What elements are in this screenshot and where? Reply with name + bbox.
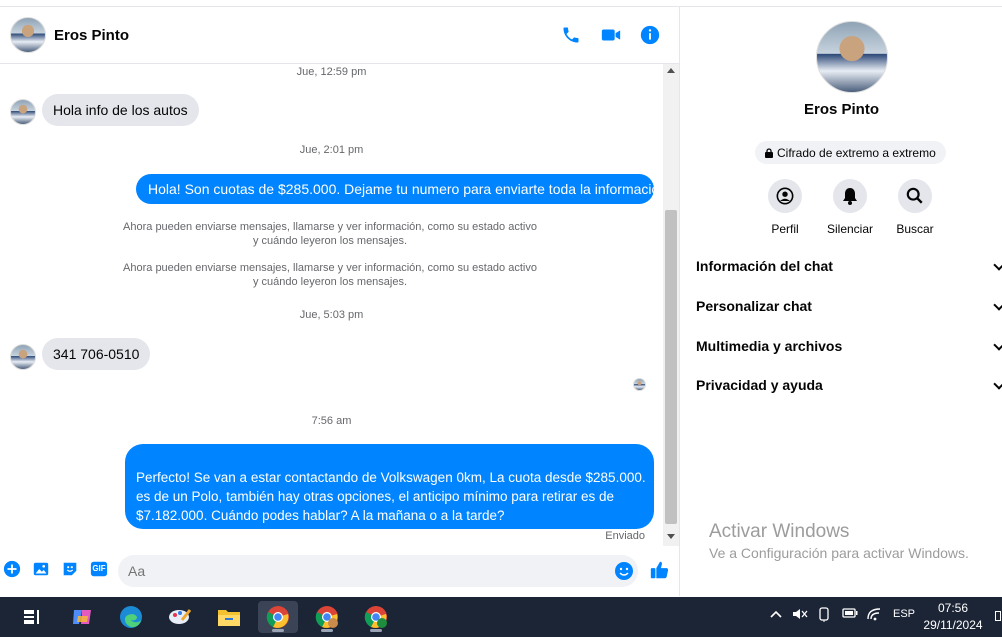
composer: GIF [0, 546, 679, 596]
running-app-indicator [321, 629, 333, 632]
bell-icon[interactable] [833, 179, 867, 213]
contact-name[interactable]: Eros Pinto [54, 27, 129, 44]
paint-icon[interactable] [160, 601, 200, 633]
search-action[interactable]: Buscar [880, 179, 950, 236]
section-chat-info[interactable]: Información del chat [696, 252, 1002, 280]
copilot-icon[interactable] [62, 601, 102, 633]
mute-action[interactable]: Silenciar [815, 179, 885, 236]
contact-avatar[interactable] [10, 17, 46, 53]
tray-overflow-icon[interactable] [770, 607, 782, 622]
battery-icon[interactable] [842, 607, 858, 622]
sent-status: Enviado [605, 530, 645, 542]
active-app-indicator [272, 629, 284, 632]
activation-watermark-title: Activar Windows [709, 521, 850, 542]
app-window: Eros Pinto Jue, 12:59 pm Hola info de lo… [0, 0, 1002, 637]
profile-action-label: Perfil [771, 222, 799, 236]
notice-line: Ahora pueden enviarse mensajes, llamarse… [123, 262, 537, 274]
profile-name: Eros Pinto [803, 101, 879, 118]
section-label: Privacidad y ayuda [696, 377, 823, 393]
notice-line: Ahora pueden enviarse mensajes, llamarse… [123, 221, 537, 233]
activation-watermark-subtitle: Ve a Configuración para activar Windows. [709, 545, 969, 561]
section-label: Información del chat [696, 258, 833, 274]
timestamp: Jue, 12:59 pm [296, 66, 367, 78]
message-input[interactable] [118, 555, 638, 587]
info-icon[interactable] [638, 23, 662, 47]
outgoing-message[interactable]: Hola! Son cuotas de $285.000. Dejame tu … [136, 174, 663, 204]
lock-icon [765, 147, 773, 158]
device-icon[interactable] [818, 607, 830, 625]
clock-date[interactable]: 29/11/2024 [918, 618, 988, 632]
language-indicator[interactable]: ESP [893, 608, 915, 620]
gif-label: GIF [92, 564, 106, 573]
message-scrollbar[interactable] [663, 64, 679, 546]
notification-icon[interactable] [995, 611, 1001, 621]
chrome-profile-2-icon[interactable] [307, 601, 347, 633]
chrome-icon[interactable] [258, 601, 298, 633]
file-explorer-icon[interactable] [209, 601, 249, 633]
chrome-profile-3-icon[interactable] [356, 601, 396, 633]
scroll-thumb[interactable] [665, 210, 677, 524]
chevron-down-icon [993, 339, 1002, 351]
timestamp: Jue, 5:03 pm [299, 309, 364, 321]
mute-action-label: Silenciar [826, 222, 874, 236]
section-label: Multimedia y archivos [696, 338, 843, 354]
image-icon[interactable] [31, 559, 51, 579]
phone-icon[interactable] [559, 23, 583, 47]
incoming-message[interactable]: 341 706-0510 [42, 338, 151, 370]
e2e-badge-label: Cifrado de extremo a extremo [777, 145, 936, 160]
profile-avatar-large[interactable] [816, 21, 888, 93]
chat-header: Eros Pinto [0, 7, 679, 64]
volume-muted-icon[interactable] [792, 607, 808, 624]
system-notice: Ahora pueden enviarse mensajes, llamarse… [110, 261, 550, 289]
message-line: es de un Polo, también hay otras opcione… [136, 489, 615, 504]
emoji-icon[interactable] [614, 561, 634, 581]
e2e-badge[interactable]: Cifrado de extremo a extremo [755, 141, 946, 164]
message-line: Perfecto! Se van a estar contactando de … [136, 470, 646, 485]
outgoing-message[interactable]: Perfecto! Se van a estar contactando de … [125, 444, 654, 529]
chevron-down-icon [993, 378, 1002, 390]
search-icon[interactable] [898, 179, 932, 213]
chevron-down-icon [993, 259, 1002, 271]
conversation-info-panel: Eros Pinto Cifrado de extremo a extremo … [679, 7, 1002, 596]
read-receipt-avatar [633, 378, 646, 391]
system-notice: Ahora pueden enviarse mensajes, llamarse… [110, 220, 550, 248]
sticker-icon[interactable] [60, 559, 80, 579]
notice-line: y cuándo leyeron los mensajes. [252, 235, 408, 247]
message-line: $7.182.000. Cuándo podes hablar? A la ma… [136, 508, 505, 523]
gif-icon[interactable]: GIF [89, 559, 109, 579]
notice-line: y cuándo leyeron los mensajes. [252, 276, 408, 288]
video-call-icon[interactable] [599, 23, 623, 47]
running-app-indicator [370, 629, 382, 632]
plus-icon[interactable] [2, 559, 22, 579]
section-label: Personalizar chat [696, 298, 812, 314]
timestamp: Jue, 2:01 pm [299, 144, 364, 156]
section-privacy-help[interactable]: Privacidad y ayuda [696, 371, 1002, 399]
like-icon[interactable] [649, 559, 671, 581]
sender-avatar[interactable] [10, 344, 36, 370]
chevron-down-icon [993, 299, 1002, 311]
profile-action[interactable]: Perfil [750, 179, 820, 236]
profile-icon[interactable] [768, 179, 802, 213]
task-view-icon[interactable] [12, 601, 52, 633]
wifi-icon[interactable] [866, 607, 882, 624]
incoming-message[interactable]: Hola info de los autos [42, 94, 199, 126]
message-list: Jue, 12:59 pm Hola info de los autos Jue… [0, 64, 663, 546]
edge-icon[interactable] [111, 601, 151, 633]
scroll-up-arrow[interactable] [667, 68, 675, 73]
window-top-bar [0, 0, 1002, 7]
sender-avatar[interactable] [10, 99, 36, 125]
search-action-label: Buscar [896, 222, 934, 236]
section-customize-chat[interactable]: Personalizar chat [696, 292, 1002, 320]
clock-time[interactable]: 07:56 [924, 601, 982, 615]
section-media-files[interactable]: Multimedia y archivos [696, 332, 1002, 360]
timestamp: 7:56 am [311, 415, 352, 427]
windows-taskbar: ESP 07:56 29/11/2024 [0, 597, 1002, 637]
scroll-down-arrow[interactable] [667, 534, 675, 539]
